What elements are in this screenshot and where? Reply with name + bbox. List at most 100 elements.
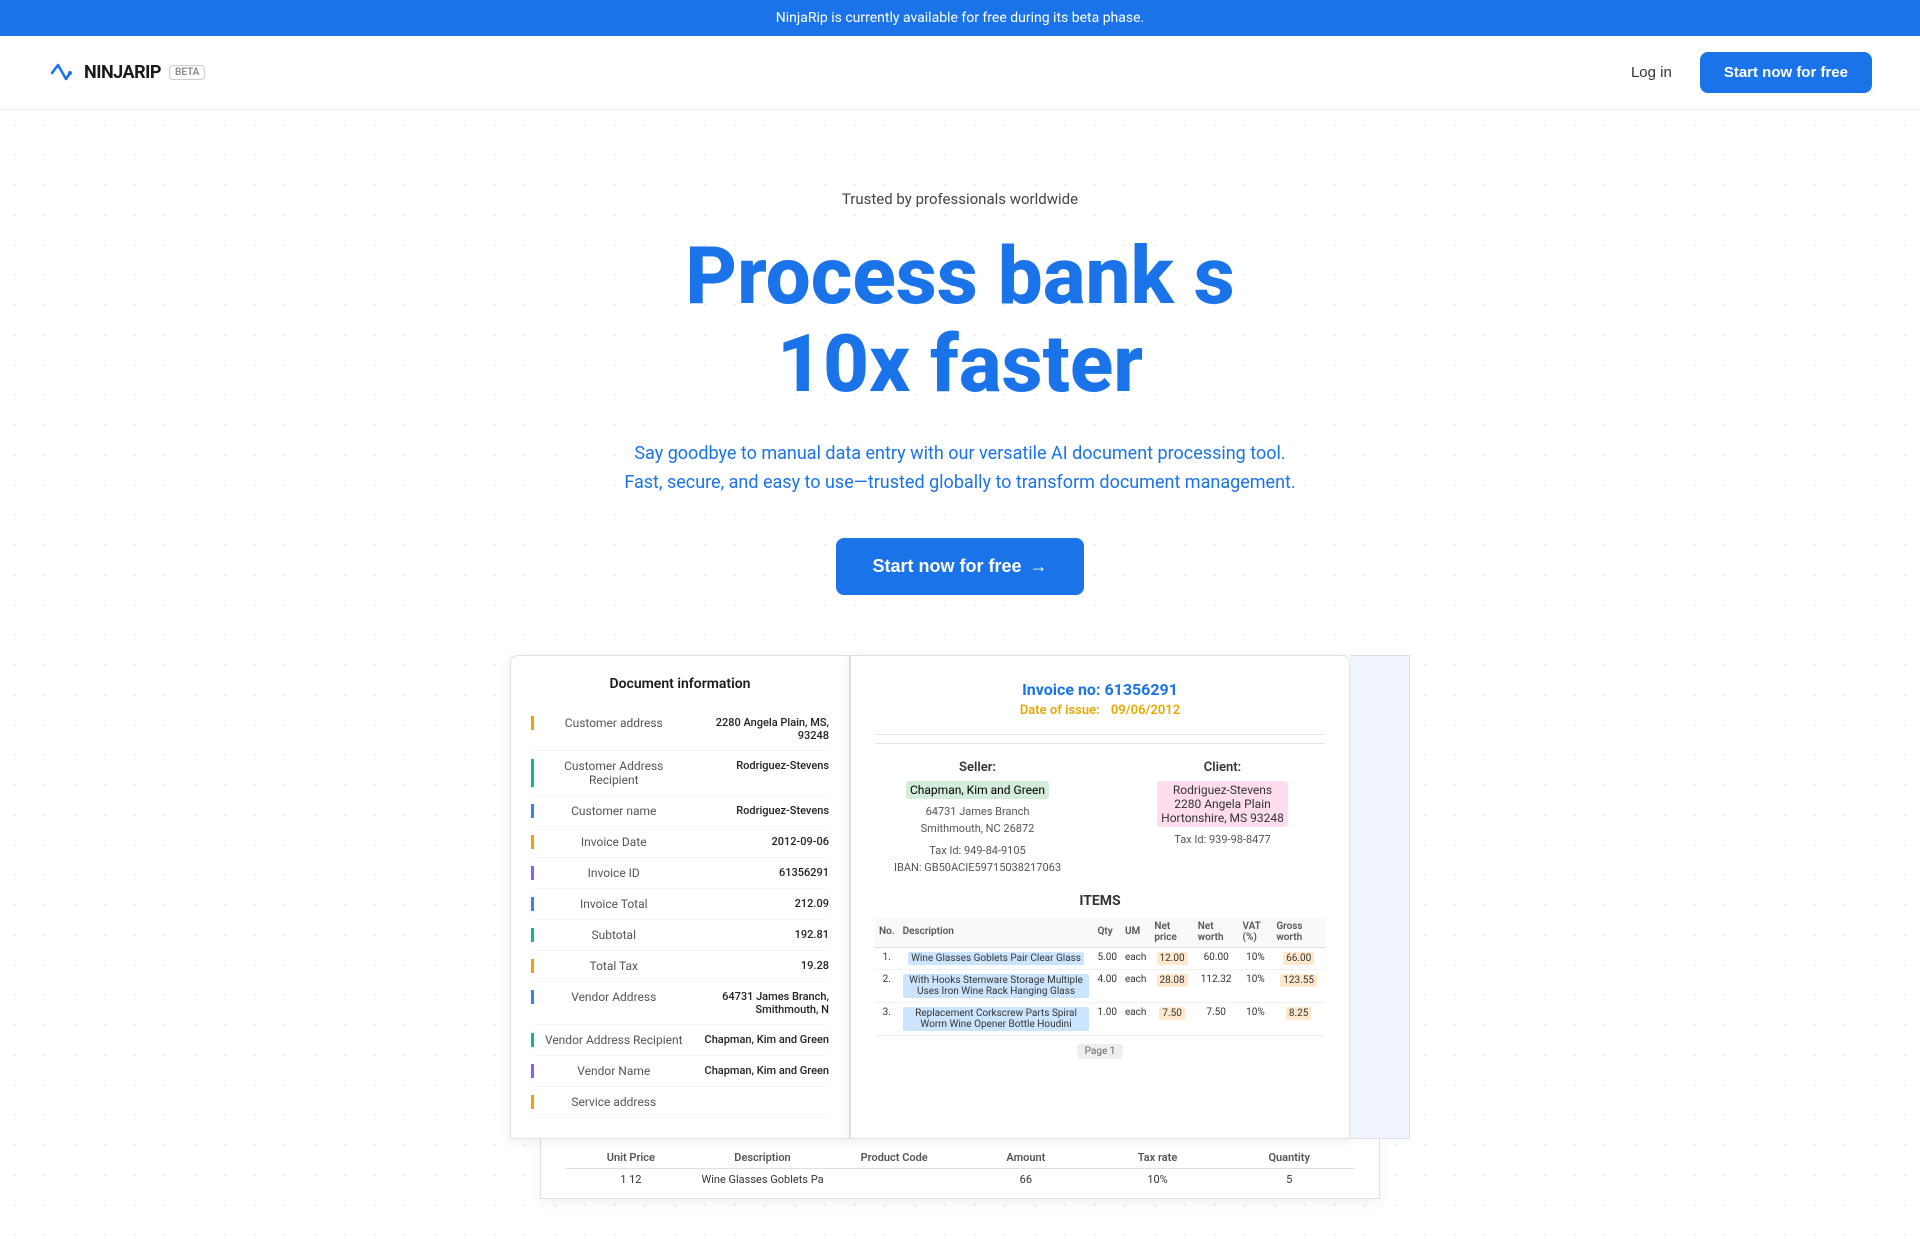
bottom-col-header: Tax rate xyxy=(1092,1151,1224,1164)
client-label: Client: xyxy=(1120,760,1325,775)
doc-row: Total Tax 19.28 xyxy=(531,951,829,982)
start-btn-hero-arrow: → xyxy=(1030,556,1048,577)
seller-client-section: Seller: Chapman, Kim and Green 64731 Jam… xyxy=(875,760,1325,877)
beta-badge: BETA xyxy=(169,65,205,80)
divider xyxy=(875,734,1325,735)
items-cell: 2. xyxy=(875,969,899,1002)
items-cell: With Hooks Stemware Storage Multiple Use… xyxy=(899,969,1094,1002)
items-cell: 5.00 xyxy=(1093,947,1121,969)
items-cell: 28.08 xyxy=(1150,969,1193,1002)
date-label: Date of issue: xyxy=(1020,703,1100,718)
hero-section: Trusted by professionals worldwide Proce… xyxy=(0,110,1920,1239)
items-col-header: No. xyxy=(875,917,899,948)
seller-name: Chapman, Kim and Green xyxy=(906,781,1049,799)
item-desc-highlight: With Hooks Stemware Storage Multiple Use… xyxy=(903,974,1090,998)
doc-row-value: Rodriguez-Stevens xyxy=(686,759,830,772)
doc-row-label: Total Tax xyxy=(531,959,686,973)
hero-subtitle-line1: Say goodbye to manual data entry with ou… xyxy=(634,443,1285,464)
logo-text: NINJARIP xyxy=(84,62,161,83)
doc-row-label: Customer name xyxy=(531,804,686,818)
doc-row: Customer Address Recipient Rodriguez-Ste… xyxy=(531,751,829,796)
doc-row-label: Subtotal xyxy=(531,928,686,942)
doc-row-label: Invoice Date xyxy=(531,835,686,849)
items-cell: Replacement Corkscrew Parts Spiral Worm … xyxy=(899,1002,1094,1035)
items-cell: each xyxy=(1121,969,1150,1002)
seller-tax-iban: Tax Id: 949-84-9105 IBAN: GB50ACIE597150… xyxy=(875,842,1080,877)
doc-row-label: Vendor Address xyxy=(531,990,686,1004)
doc-row-value: Rodriguez-Stevens xyxy=(686,804,830,817)
bottom-cell: Wine Glasses Goblets Pa xyxy=(697,1173,829,1186)
doc-row: Vendor Address Recipient Chapman, Kim an… xyxy=(531,1025,829,1056)
items-col-header: Net price xyxy=(1150,917,1193,948)
hero-title: Process bank s 10x faster xyxy=(48,232,1872,408)
doc-row-label: Invoice Total xyxy=(531,897,686,911)
item-price-highlight: 28.08 xyxy=(1157,974,1188,987)
doc-row-value: 192.81 xyxy=(686,928,830,941)
hero-subtitle-line2: Fast, secure, and easy to use—trusted gl… xyxy=(624,472,1295,493)
doc-row-label: Vendor Address Recipient xyxy=(531,1033,686,1047)
items-cell: 3. xyxy=(875,1002,899,1035)
seller-city: Smithmouth, NC 26872 xyxy=(875,820,1080,838)
doc-row-label: Invoice ID xyxy=(531,866,686,880)
items-cell: 8.25 xyxy=(1272,1002,1325,1035)
doc-row: Vendor Address 64731 James Branch, Smith… xyxy=(531,982,829,1025)
items-cell: 1. xyxy=(875,947,899,969)
navbar: NINJARIP BETA Log in Start now for free xyxy=(0,36,1920,110)
item-price-highlight: 8.25 xyxy=(1286,1007,1312,1020)
items-cell: 7.50 xyxy=(1194,1002,1239,1035)
doc-right-extra xyxy=(1350,655,1410,1139)
doc-row: Invoice Date 2012-09-06 xyxy=(531,827,829,858)
items-title: ITEMS xyxy=(875,893,1325,909)
items-row: 3.Replacement Corkscrew Parts Spiral Wor… xyxy=(875,1002,1325,1035)
doc-row-value: 61356291 xyxy=(686,866,830,879)
items-section: ITEMS No.DescriptionQtyUMNet priceNet wo… xyxy=(875,893,1325,1059)
bottom-cell: 1 12 xyxy=(565,1173,697,1186)
trusted-label: Trusted by professionals worldwide xyxy=(48,190,1872,208)
start-now-button-hero[interactable]: Start now for free → xyxy=(836,538,1083,595)
invoice-number-line: Invoice no: 61356291 xyxy=(875,680,1325,699)
items-col-header: Net worth xyxy=(1194,917,1239,948)
items-cell: 123.55 xyxy=(1272,969,1325,1002)
items-cell: each xyxy=(1121,1002,1150,1035)
doc-row: Invoice ID 61356291 xyxy=(531,858,829,889)
items-row: 2.With Hooks Stemware Storage Multiple U… xyxy=(875,969,1325,1002)
items-cell: 112.32 xyxy=(1194,969,1239,1002)
doc-rows: Customer address 2280 Angela Plain, MS, … xyxy=(531,708,829,1118)
doc-row-label: Customer address xyxy=(531,716,686,730)
client-tax: Tax Id: 939-98-8477 xyxy=(1120,831,1325,849)
bottom-cell: 10% xyxy=(1092,1173,1224,1186)
invoice-date-line: Date of issue: 09/06/2012 xyxy=(875,703,1325,718)
seller-label: Seller: xyxy=(875,760,1080,775)
client-name: Rodriguez-Stevens 2280 Angela Plain Hort… xyxy=(1157,781,1288,827)
items-col-header: Description xyxy=(899,917,1094,948)
doc-row-value: 19.28 xyxy=(686,959,830,972)
logo-icon xyxy=(48,59,76,87)
seller-address1: 64731 James Branch xyxy=(875,803,1080,821)
banner-text: NinjaRip is currently available for free… xyxy=(776,10,1144,26)
doc-row-label: Customer Address Recipient xyxy=(531,759,686,787)
doc-row-value: 2012-09-06 xyxy=(686,835,830,848)
items-cell: 10% xyxy=(1238,1002,1272,1035)
invoice-label: Invoice no: xyxy=(1022,680,1100,699)
logo-area: NINJARIP BETA xyxy=(48,59,205,87)
doc-row: Service address xyxy=(531,1087,829,1118)
bottom-col-header: Unit Price xyxy=(565,1151,697,1164)
login-button[interactable]: Log in xyxy=(1619,56,1684,89)
hero-title-line1: Process bank s xyxy=(685,229,1234,323)
seller-address: 64731 James Branch Smithmouth, NC 26872 xyxy=(875,803,1080,838)
bottom-table: Unit PriceDescriptionProduct CodeAmountT… xyxy=(540,1139,1380,1199)
nav-actions: Log in Start now for free xyxy=(1619,52,1872,93)
bottom-col-header: Quantity xyxy=(1223,1151,1355,1164)
items-cell: 10% xyxy=(1238,969,1272,1002)
item-desc-highlight: Wine Glasses Goblets Pair Clear Glass xyxy=(908,952,1084,965)
date-value: 09/06/2012 xyxy=(1111,703,1180,718)
items-cell: 10% xyxy=(1238,947,1272,969)
doc-row: Invoice Total 212.09 xyxy=(531,889,829,920)
page-indicator: Page 1 xyxy=(1077,1044,1124,1059)
items-col-header: Qty xyxy=(1093,917,1121,948)
doc-row-label: Vendor Name xyxy=(531,1064,686,1078)
doc-section-title: Document information xyxy=(531,676,829,692)
doc-row-value: Chapman, Kim and Green xyxy=(686,1033,830,1046)
start-now-button-nav[interactable]: Start now for free xyxy=(1700,52,1872,93)
seller-tax: Tax Id: 949-84-9105 xyxy=(875,842,1080,860)
